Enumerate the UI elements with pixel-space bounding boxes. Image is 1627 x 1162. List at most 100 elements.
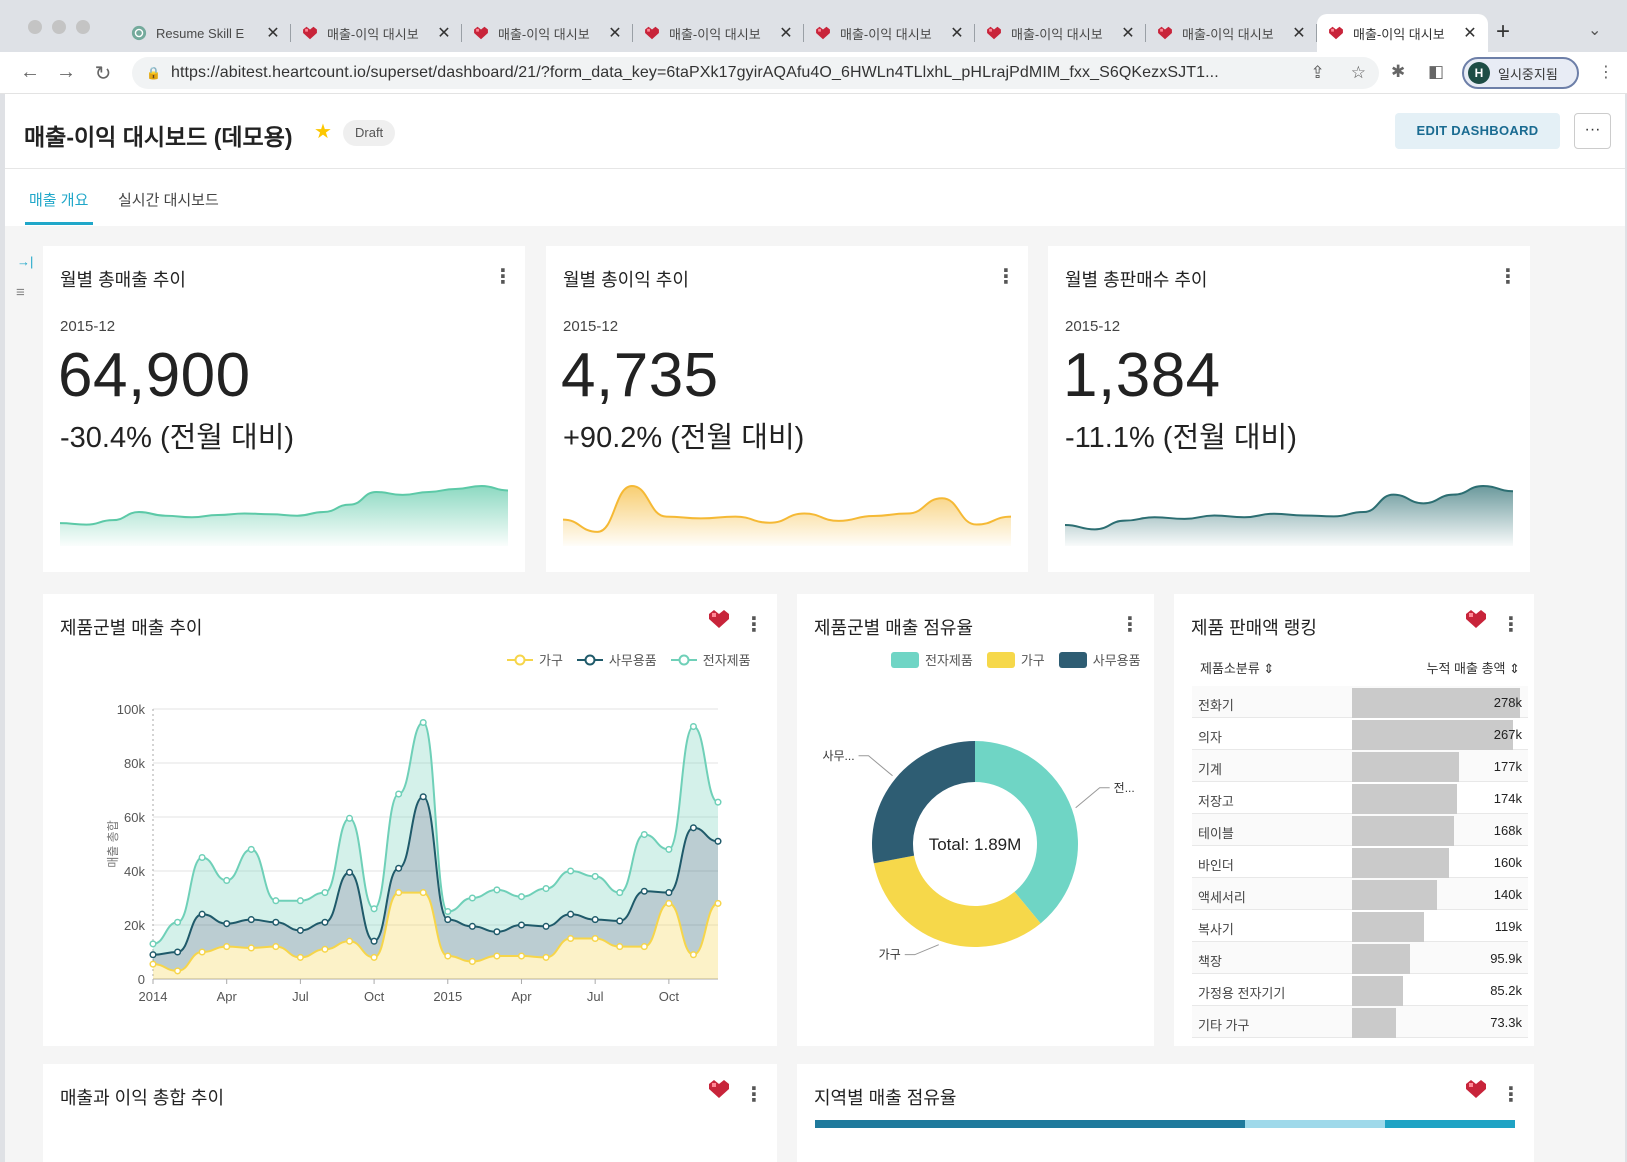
profile-button[interactable]: H 일시중지됨 <box>1462 57 1579 89</box>
active-tab-indicator <box>25 222 93 225</box>
data-point <box>419 793 427 801</box>
table-row[interactable]: 기계 177k <box>1192 750 1528 782</box>
chart-menu-icon[interactable]: ⋮ <box>744 612 764 637</box>
data-point <box>370 905 378 913</box>
bookmark-star-icon[interactable]: ☆ <box>1351 63 1366 83</box>
data-point <box>321 889 329 897</box>
data-point <box>542 885 550 893</box>
reload-icon[interactable]: ↻ <box>91 61 115 86</box>
table-row[interactable]: 테이블 168k <box>1192 814 1528 846</box>
y-tick-label: 100k <box>117 702 146 717</box>
column-header-subcategory[interactable]: 제품소분류 ⇕ <box>1200 658 1274 677</box>
close-tab-icon[interactable]: ✕ <box>1462 23 1478 43</box>
close-tab-icon[interactable]: ✕ <box>1120 23 1136 43</box>
maximize-window-icon[interactable] <box>76 20 90 34</box>
expand-filter-panel-icon[interactable]: →| <box>17 254 33 269</box>
chart-menu-icon[interactable]: ⋮ <box>1501 1082 1521 1107</box>
close-tab-icon[interactable]: ✕ <box>778 23 794 43</box>
value-bar <box>1352 944 1410 974</box>
browser-tab[interactable]: 매출-이익 대시보 ✕ <box>462 14 633 52</box>
big-number-value: 1,384 <box>1063 341 1221 410</box>
browser-tab[interactable]: Resume Skill E ✕ <box>120 14 291 52</box>
chart-menu-icon[interactable]: ⋮ <box>493 264 513 289</box>
chart-menu-icon[interactable]: ⋮ <box>996 264 1016 289</box>
page-title[interactable]: 매출-이익 대시보드 (데모용) <box>24 118 293 152</box>
donut-slice <box>975 741 1078 924</box>
table-row[interactable]: 가정용 전자기기 85.2k <box>1192 974 1528 1006</box>
browser-tab[interactable]: 매출-이익 대시보 ✕ <box>804 14 975 52</box>
sales-value: 168k <box>1493 823 1522 838</box>
address-bar[interactable]: 🔒 https://abitest.heartcount.io/superset… <box>132 57 1379 89</box>
browser-tab[interactable]: 매출-이익 대시보 ✕ <box>1317 14 1488 52</box>
browser-tab[interactable]: 매출-이익 대시보 ✕ <box>291 14 462 52</box>
table-row[interactable]: 의자 267k <box>1192 718 1528 750</box>
big-number-value: 4,735 <box>561 341 719 410</box>
forward-icon[interactable]: → <box>54 61 78 84</box>
subcategory-name: 의자 <box>1198 730 1222 745</box>
table-row[interactable]: 저장고 174k <box>1192 782 1528 814</box>
data-point <box>272 943 280 951</box>
sparkline-area <box>563 486 1011 546</box>
table-row[interactable]: 복사기 119k <box>1192 910 1528 942</box>
edit-dashboard-button[interactable]: EDIT DASHBOARD <box>1395 113 1560 149</box>
browser-tab[interactable]: 매출-이익 대시보 ✕ <box>633 14 804 52</box>
data-point <box>247 845 255 853</box>
data-point <box>272 918 280 926</box>
side-panel-icon[interactable]: ◧ <box>1428 62 1444 82</box>
data-point <box>468 957 476 966</box>
chart-menu-icon[interactable]: ⋮ <box>1501 612 1521 637</box>
table-row[interactable]: 기타 가구 73.3k <box>1192 1006 1528 1038</box>
heart-pixel-icon <box>645 26 659 40</box>
extensions-icon[interactable]: ✱ <box>1391 62 1405 82</box>
legend-item[interactable]: 사무용품 <box>576 650 657 669</box>
status-badge[interactable]: Draft <box>343 120 396 146</box>
minimize-window-icon[interactable] <box>52 20 66 34</box>
label-leader-line <box>904 944 939 956</box>
back-icon[interactable]: ← <box>18 61 42 84</box>
browser-menu-icon[interactable]: ⋮ <box>1598 62 1614 82</box>
share-icon[interactable]: ⇪ <box>1311 63 1325 83</box>
data-point <box>591 934 599 943</box>
legend-item[interactable]: 가구 <box>507 650 563 669</box>
close-tab-icon[interactable]: ✕ <box>1291 23 1307 43</box>
tab-search-icon[interactable]: ⌄ <box>1588 20 1601 40</box>
lock-icon[interactable]: 🔒 <box>146 66 161 80</box>
more-actions-button[interactable]: ··· <box>1574 113 1611 149</box>
data-point <box>493 952 501 960</box>
tab-overview[interactable]: 매출 개요 <box>29 189 88 210</box>
x-tick-label: Jul <box>292 989 309 1004</box>
subcategory-name: 테이블 <box>1198 826 1234 841</box>
chart-title: 제품군별 매출 추이 <box>60 618 203 638</box>
table-row[interactable]: 액세서리 140k <box>1192 878 1528 910</box>
close-window-icon[interactable] <box>28 20 42 34</box>
data-point <box>444 907 452 916</box>
legend-item[interactable]: 전자제품 <box>670 650 751 669</box>
area-series <box>153 796 718 971</box>
new-tab-icon[interactable]: + <box>1496 18 1510 46</box>
heart-pixel-icon <box>1466 610 1486 628</box>
close-tab-icon[interactable]: ✕ <box>607 23 623 43</box>
url-text[interactable]: https://abitest.heartcount.io/superset/d… <box>171 64 1298 82</box>
tab-realtime[interactable]: 실시간 대시보드 <box>118 189 219 210</box>
data-point <box>640 943 648 951</box>
close-tab-icon[interactable]: ✕ <box>265 23 281 43</box>
favorite-star-icon[interactable]: ★ <box>314 119 332 144</box>
chart-menu-icon[interactable]: ⋮ <box>1498 264 1518 289</box>
tab-title: 매출-이익 대시보 <box>1011 26 1103 42</box>
browser-tab[interactable]: 매출-이익 대시보 ✕ <box>975 14 1146 52</box>
y-axis-label: 매출 총합 <box>106 820 120 868</box>
close-tab-icon[interactable]: ✕ <box>949 23 965 43</box>
chart-menu-icon[interactable]: ⋮ <box>744 1082 764 1107</box>
column-header-total-sales[interactable]: 누적 매출 총액 ⇕ <box>1427 658 1521 677</box>
table-row[interactable]: 전화기 278k <box>1192 686 1528 718</box>
line-series <box>152 721 719 945</box>
close-tab-icon[interactable]: ✕ <box>436 23 452 43</box>
table-row[interactable]: 바인더 160k <box>1192 846 1528 878</box>
browser-tab[interactable]: 매출-이익 대시보 ✕ <box>1146 14 1317 52</box>
data-point <box>567 910 575 918</box>
data-point <box>542 953 550 961</box>
chart-card-region-share: 지역별 매출 점유율 ⋮ <box>797 1064 1534 1162</box>
window-controls[interactable] <box>28 20 90 34</box>
filter-icon[interactable]: ≡ <box>16 284 25 301</box>
table-row[interactable]: 책장 95.9k <box>1192 942 1528 974</box>
